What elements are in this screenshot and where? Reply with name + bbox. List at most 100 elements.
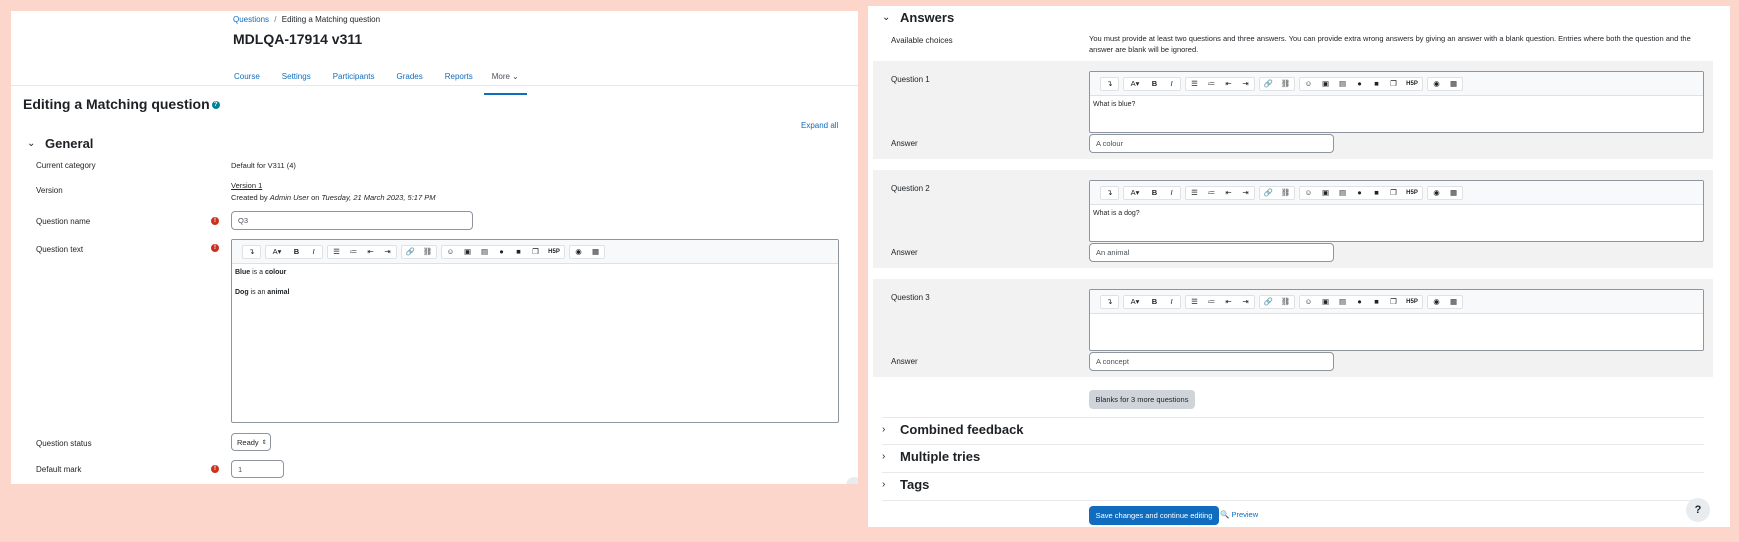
copy-icon[interactable]: ❐ [1385,186,1402,200]
microphone-icon[interactable]: ● [493,245,510,259]
image-icon[interactable]: ▣ [459,245,476,259]
outdent-icon[interactable]: ⇤ [1220,295,1237,309]
file-icon[interactable]: ▤ [1334,186,1351,200]
expand-all-link[interactable]: Expand all [801,121,838,130]
bullet-list-icon[interactable]: ☰ [1186,295,1203,309]
bullet-list-icon[interactable]: ☰ [1186,186,1203,200]
video-icon[interactable]: ■ [1368,186,1385,200]
version-link[interactable]: Version 1 [231,181,262,190]
answer-2-input[interactable]: An animal [1089,243,1334,262]
h5p-icon[interactable]: H5P [1402,77,1422,91]
collapse-toolbar-icon[interactable]: ↴ [1101,186,1118,200]
collapse-toolbar-icon[interactable]: ↴ [243,245,260,259]
combined-feedback-header[interactable]: › Combined feedback [882,422,1024,437]
table-icon[interactable]: ▦ [587,245,604,259]
table-icon[interactable]: ▦ [1445,295,1462,309]
outdent-icon[interactable]: ⇤ [362,245,379,259]
nav-reports[interactable]: Reports [434,65,484,95]
microphone-icon[interactable]: ● [1351,295,1368,309]
question-text-editor[interactable]: ↴ A▾ B I ☰ ≔ ⇤ ⇥ 🔗 ⛓ ☺ ▣ ▤ ● ■ ❐ H5P ◉ ▦ Blue is a co… [231,239,839,423]
question-1-text[interactable]: What is blue? [1090,96,1703,114]
numbered-list-icon[interactable]: ≔ [1203,295,1220,309]
link-icon[interactable]: 🔗 [1260,295,1277,309]
font-style-icon[interactable]: A▾ [1124,77,1146,91]
link-icon[interactable]: 🔗 [1260,77,1277,91]
editor-content[interactable]: Blue is a colour Dog is an animal [232,264,838,302]
emoji-icon[interactable]: ☺ [442,245,459,259]
italic-icon[interactable]: I [1163,186,1180,200]
italic-icon[interactable]: I [1163,77,1180,91]
bold-icon[interactable]: B [1146,77,1163,91]
accessibility-icon[interactable]: ◉ [1428,186,1445,200]
indent-icon[interactable]: ⇥ [1237,186,1254,200]
bold-icon[interactable]: B [1146,295,1163,309]
file-icon[interactable]: ▤ [476,245,493,259]
unlink-icon[interactable]: ⛓ [419,245,436,259]
question-3-editor[interactable]: ↴ A▾ B I ☰ ≔ ⇤ ⇥ 🔗 ⛓ ☺ ▣ ▤ ● ■ ❐ H5P ◉ ▦ [1089,289,1704,351]
video-icon[interactable]: ■ [1368,295,1385,309]
emoji-icon[interactable]: ☺ [1300,186,1317,200]
breadcrumb-questions-link[interactable]: Questions [233,15,269,24]
nav-course[interactable]: Course [233,65,271,95]
numbered-list-icon[interactable]: ≔ [1203,77,1220,91]
image-icon[interactable]: ▣ [1317,295,1334,309]
preview-link[interactable]: 🔍 Preview [1220,510,1258,519]
unlink-icon[interactable]: ⛓ [1277,295,1294,309]
indent-icon[interactable]: ⇥ [379,245,396,259]
copy-icon[interactable]: ❐ [1385,295,1402,309]
answer-1-input[interactable]: A colour [1089,134,1334,153]
font-style-icon[interactable]: A▾ [266,245,288,259]
collapse-toolbar-icon[interactable]: ↴ [1101,77,1118,91]
table-icon[interactable]: ▦ [1445,77,1462,91]
bullet-list-icon[interactable]: ☰ [1186,77,1203,91]
answer-3-input[interactable]: A concept [1089,352,1334,371]
numbered-list-icon[interactable]: ≔ [345,245,362,259]
indent-icon[interactable]: ⇥ [1237,295,1254,309]
table-icon[interactable]: ▦ [1445,186,1462,200]
copy-icon[interactable]: ❐ [527,245,544,259]
question-1-editor[interactable]: ↴ A▾ B I ☰ ≔ ⇤ ⇥ 🔗 ⛓ ☺ ▣ ▤ ● ■ ❐ H5P ◉ ▦ What is blue… [1089,71,1704,133]
emoji-icon[interactable]: ☺ [1300,77,1317,91]
nav-participants[interactable]: Participants [322,65,386,95]
font-style-icon[interactable]: A▾ [1124,295,1146,309]
question-2-editor[interactable]: ↴ A▾ B I ☰ ≔ ⇤ ⇥ 🔗 ⛓ ☺ ▣ ▤ ● ■ ❐ H5P ◉ ▦ What is a do… [1089,180,1704,242]
link-icon[interactable]: 🔗 [1260,186,1277,200]
blanks-more-questions-button[interactable]: Blanks for 3 more questions [1089,390,1195,409]
bullet-list-icon[interactable]: ☰ [328,245,345,259]
accessibility-icon[interactable]: ◉ [1428,295,1445,309]
numbered-list-icon[interactable]: ≔ [1203,186,1220,200]
file-icon[interactable]: ▤ [1334,295,1351,309]
question-status-select[interactable]: Ready ⇕ [231,433,271,451]
unlink-icon[interactable]: ⛓ [1277,77,1294,91]
help-icon[interactable]: ? [211,101,220,110]
microphone-icon[interactable]: ● [1351,186,1368,200]
nav-settings[interactable]: Settings [271,65,322,95]
microphone-icon[interactable]: ● [1351,77,1368,91]
bold-icon[interactable]: B [288,245,305,259]
h5p-icon[interactable]: H5P [544,245,564,259]
outdent-icon[interactable]: ⇤ [1220,77,1237,91]
help-button-partial[interactable] [846,477,858,484]
h5p-icon[interactable]: H5P [1402,186,1422,200]
indent-icon[interactable]: ⇥ [1237,77,1254,91]
question-name-input[interactable]: Q3 [231,211,473,230]
accessibility-icon[interactable]: ◉ [1428,77,1445,91]
italic-icon[interactable]: I [1163,295,1180,309]
video-icon[interactable]: ■ [510,245,527,259]
default-mark-input[interactable]: 1 [231,460,284,478]
collapse-toolbar-icon[interactable]: ↴ [1101,295,1118,309]
italic-icon[interactable]: I [305,245,322,259]
link-icon[interactable]: 🔗 [402,245,419,259]
accessibility-icon[interactable]: ◉ [570,245,587,259]
image-icon[interactable]: ▣ [1317,77,1334,91]
font-style-icon[interactable]: A▾ [1124,186,1146,200]
bold-icon[interactable]: B [1146,186,1163,200]
question-3-text[interactable] [1090,314,1703,322]
image-icon[interactable]: ▣ [1317,186,1334,200]
emoji-icon[interactable]: ☺ [1300,295,1317,309]
outdent-icon[interactable]: ⇤ [1220,186,1237,200]
save-continue-button[interactable]: Save changes and continue editing [1089,506,1219,525]
unlink-icon[interactable]: ⛓ [1277,186,1294,200]
general-section-header[interactable]: ⌄ General [27,136,93,151]
h5p-icon[interactable]: H5P [1402,295,1422,309]
